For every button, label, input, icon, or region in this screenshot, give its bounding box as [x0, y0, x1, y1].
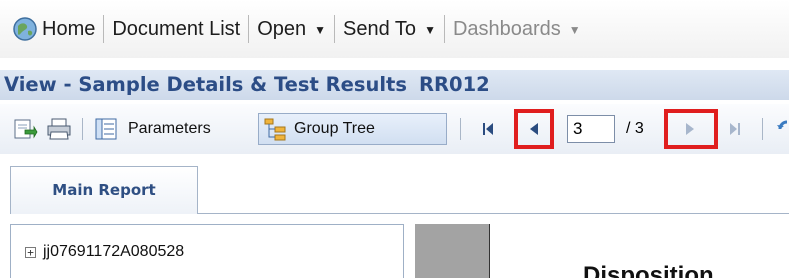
page-number-input[interactable]: 3	[567, 115, 615, 143]
last-page-button[interactable]	[727, 104, 743, 154]
expand-icon[interactable]: +	[25, 246, 36, 258]
tree-item[interactable]: + jj07691172A080528	[25, 243, 184, 261]
caret-down-icon: ▼	[314, 23, 327, 37]
toolbar-divider	[762, 118, 763, 140]
home-link[interactable]: Home	[4, 16, 103, 42]
next-page-icon	[686, 123, 694, 135]
first-page-button[interactable]	[480, 104, 496, 154]
refresh-icon	[777, 120, 788, 130]
report-heading: Disposition	[583, 262, 714, 278]
parameters-label: Parameters	[128, 120, 211, 137]
print-button[interactable]	[45, 104, 73, 154]
caret-down-icon: ▼	[424, 23, 436, 37]
top-navigation-bar: Home Document List Open ▼ Send To ▼ Dash…	[0, 0, 789, 58]
report-tabs: Main Report	[0, 166, 789, 214]
open-menu[interactable]: Open ▼	[249, 18, 334, 41]
first-page-icon	[483, 123, 493, 135]
globe-icon	[12, 16, 38, 42]
dashboards-label: Dashboards	[452, 17, 561, 40]
document-list-link[interactable]: Document List	[104, 18, 248, 41]
tab-baseline	[198, 213, 789, 214]
caret-down-icon: ▼	[568, 23, 581, 37]
report-code: RR012	[418, 73, 490, 96]
last-page-icon	[730, 123, 740, 135]
report-page: Disposition	[489, 224, 789, 278]
export-button[interactable]	[12, 104, 38, 154]
parameters-icon	[95, 118, 117, 140]
toolbar-divider	[460, 118, 461, 140]
refresh-button[interactable]	[776, 104, 789, 154]
send-to-label: Send To	[343, 17, 417, 40]
previous-page-icon	[530, 123, 538, 135]
send-to-menu[interactable]: Send To ▼	[335, 18, 444, 41]
view-title: View - Sample Details & Test Results	[4, 73, 407, 96]
view-title-bar: View - Sample Details & Test Results RR01…	[0, 70, 789, 100]
group-tree-icon	[264, 118, 286, 141]
page-total: / 3	[626, 120, 644, 137]
report-gutter	[415, 224, 489, 278]
group-tree-panel: + jj07691172A080528	[10, 224, 404, 278]
home-label: Home	[42, 17, 96, 40]
previous-page-button[interactable]	[527, 104, 541, 154]
group-tree-label: Group Tree	[294, 120, 375, 137]
group-tree-button[interactable]: Group Tree	[258, 113, 447, 145]
toolbar-divider	[82, 118, 83, 140]
document-list-label: Document List	[112, 17, 241, 40]
printer-icon	[47, 118, 71, 140]
export-icon	[14, 119, 38, 139]
next-page-button[interactable]	[683, 104, 697, 154]
dashboards-menu[interactable]: Dashboards ▼	[445, 18, 589, 41]
report-toolbar: Parameters Group Tree 3 / 3	[0, 104, 789, 154]
open-label: Open	[257, 17, 307, 40]
tab-main-report[interactable]: Main Report	[10, 166, 198, 214]
parameters-button[interactable]: Parameters	[94, 104, 211, 154]
tree-item-label: jj07691172A080528	[43, 243, 185, 260]
